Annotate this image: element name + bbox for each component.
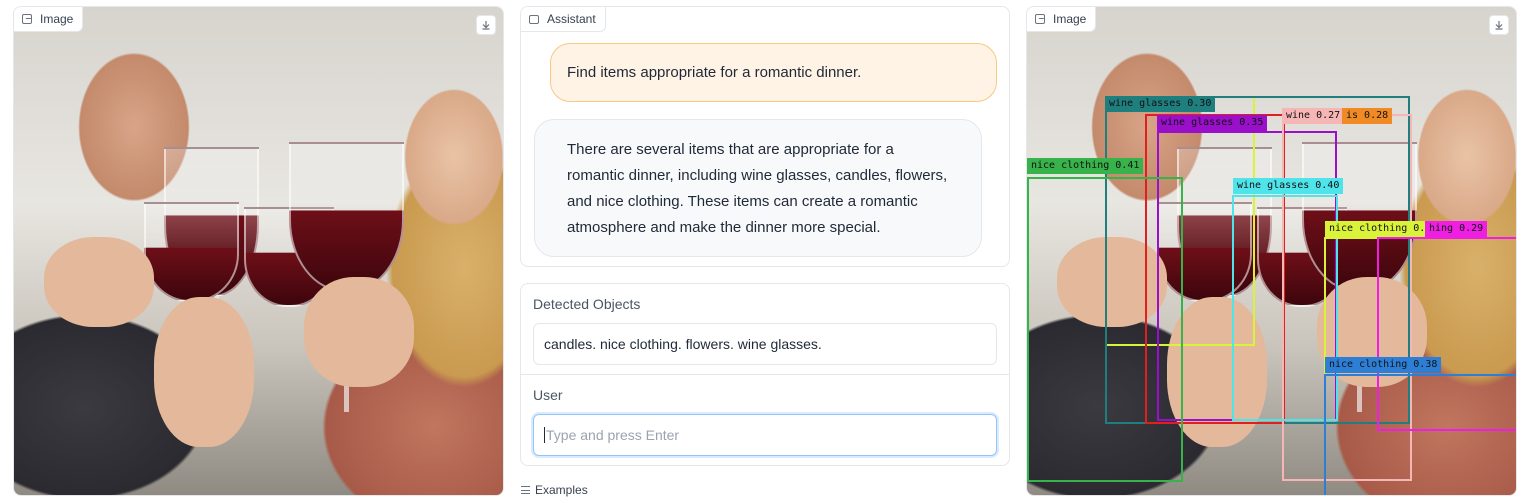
assistant-message: There are several items that are appropr… xyxy=(534,119,982,257)
image-label: Image xyxy=(40,12,74,26)
detection-box xyxy=(1027,177,1183,482)
text-caret xyxy=(544,427,545,443)
input-photo xyxy=(14,7,503,495)
annotated-photo: wine glasses 0.30 wine glasses 0.35 wine… xyxy=(1027,7,1516,495)
image-icon xyxy=(1035,14,1045,24)
image-icon xyxy=(22,14,32,24)
image-label: Image xyxy=(1053,12,1087,26)
input-image-panel: Image xyxy=(13,6,504,496)
detection-label: wine glasses 0.40 xyxy=(1233,178,1344,194)
detection-label: wine glasses 0.35 xyxy=(1157,115,1268,131)
detection-label: nice clothing 0.41 xyxy=(1027,158,1144,174)
detection-label: nice clothing 0.38 xyxy=(1325,357,1442,373)
chatbot-label: Assistant xyxy=(547,12,596,26)
detected-objects-label: Detected Objects xyxy=(533,296,641,312)
detection-label: wine glasses 0.30 xyxy=(1105,96,1216,112)
examples-toggle[interactable]: Examples xyxy=(521,483,588,497)
chatbot-label-chip: Assistant xyxy=(521,7,606,32)
list-icon xyxy=(521,486,530,494)
user-label: User xyxy=(533,387,563,403)
user-input-placeholder: Type and press Enter xyxy=(546,427,680,443)
input-form-panel: Detected Objects candles. nice clothing.… xyxy=(520,283,1010,466)
detection-label: nice clothing 0.28 xyxy=(1325,221,1442,237)
download-icon xyxy=(482,21,490,30)
user-input[interactable]: Type and press Enter xyxy=(533,414,997,456)
detection-box xyxy=(1324,374,1516,495)
form-divider xyxy=(521,374,1009,375)
image-label-chip: Image xyxy=(1027,7,1097,32)
output-image-panel: wine glasses 0.30 wine glasses 0.35 wine… xyxy=(1026,6,1517,496)
detection-label: wine 0.27 xyxy=(1282,108,1345,124)
detection-label: hing 0.29 xyxy=(1425,221,1488,237)
chat-icon xyxy=(529,14,539,24)
examples-label: Examples xyxy=(535,483,588,497)
download-button[interactable] xyxy=(1489,15,1509,35)
chatbot-panel: Assistant Find items appropriate for a r… xyxy=(520,6,1010,267)
detected-objects-field[interactable]: candles. nice clothing. flowers. wine gl… xyxy=(533,323,997,365)
detection-box xyxy=(1232,195,1338,421)
download-button[interactable] xyxy=(476,15,496,35)
detection-label: is 0.28 xyxy=(1342,108,1393,124)
download-icon xyxy=(1495,21,1503,30)
user-message: Find items appropriate for a romantic di… xyxy=(550,43,997,102)
image-label-chip: Image xyxy=(14,7,84,32)
